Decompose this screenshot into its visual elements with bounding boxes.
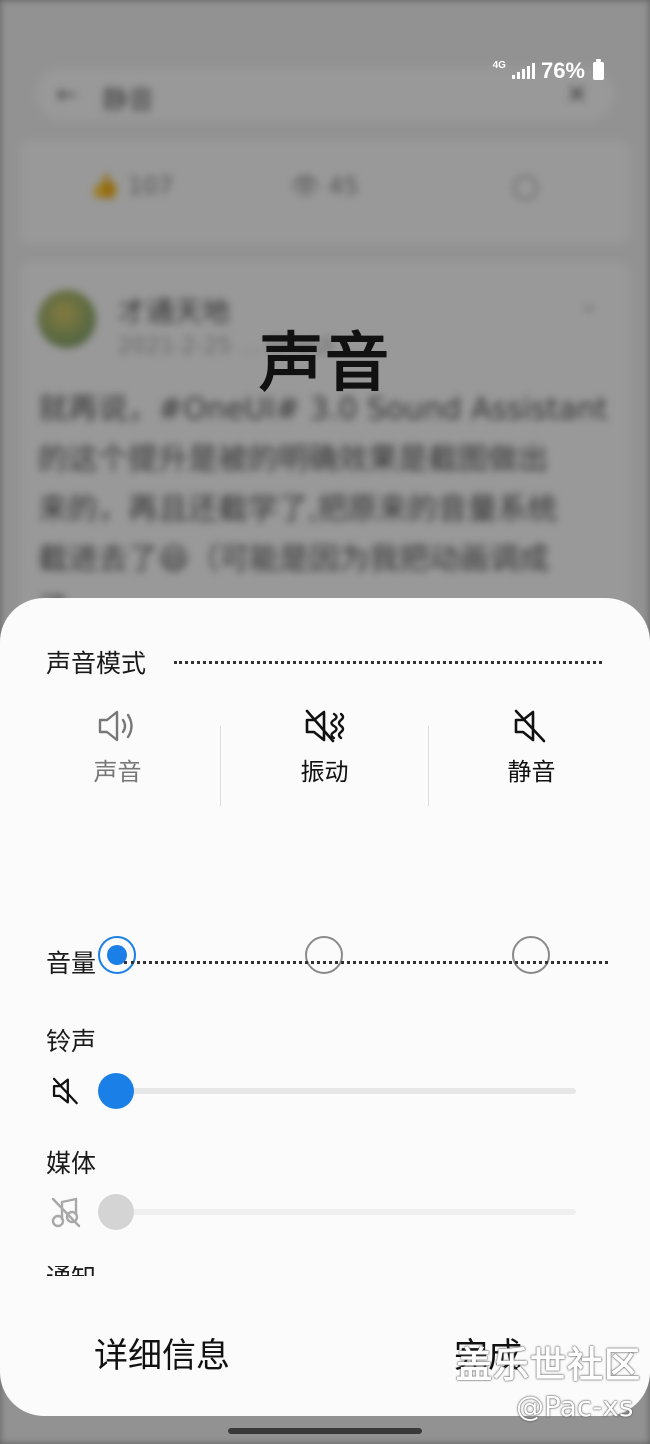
mode-vibrate-label: 振动 [300,758,349,786]
music-off-icon [51,1197,81,1228]
media-slider-track[interactable] [114,1209,576,1215]
sound-mode-title: 声音模式 [46,649,147,678]
media-slider-thumb[interactable] [98,1194,134,1230]
media-volume [44,1187,584,1237]
network-type: 4G [492,59,506,71]
sound-mode-options: 声音 振动 静音 [0,708,650,974]
watermark-user: @Pac-xs [516,1390,634,1423]
page-title: 声音 [259,327,391,401]
ringtone-slider-track[interactable] [114,1088,576,1094]
mode-mute-label: 静音 [507,758,556,786]
ringtone-label: 铃声 [46,1027,97,1056]
vibrate-icon [305,709,344,743]
sound-mode-header: 声音模式 [46,644,603,680]
mode-mute[interactable]: 静音 [428,708,635,787]
mode-sound-label: 声音 [93,758,142,786]
watermark-site: 盖乐世社区 [456,1345,642,1386]
signal-icon [511,63,535,79]
volume-header: 音量 [46,944,609,980]
mode-vibrate[interactable]: 振动 [221,708,428,787]
mute-icon [52,1077,78,1105]
battery-percent: 76% [540,58,585,83]
volume-title: 音量 [46,949,97,978]
battery-icon [593,59,604,80]
details-button[interactable]: 详细信息 [94,1328,230,1377]
status-bar: 4G 76% [493,58,604,84]
speaker-icon [98,710,133,742]
ringtone-volume [44,1066,584,1116]
divider [124,960,609,964]
sound-sheet: 声音模式 声音 振动 静音 音量 铃声 媒体 详细信息 完成 [0,598,650,1416]
ringtone-slider-thumb[interactable] [98,1073,134,1109]
notification-label: 通知 [46,1266,96,1276]
mode-sound[interactable]: 声音 [14,708,221,787]
home-indicator[interactable] [228,1428,422,1434]
media-label: 媒体 [46,1149,97,1178]
mute-icon [514,709,545,743]
divider [174,660,603,664]
